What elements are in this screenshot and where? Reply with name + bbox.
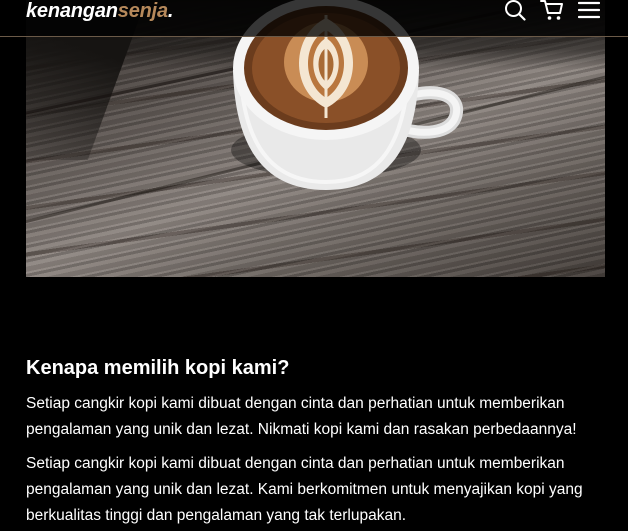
logo-part-main: kenangan [26,0,118,22]
section-heading: Kenapa memilih kopi kami? [26,357,290,379]
about-section: Kenapa memilih kopi kami? Setiap cangkir… [26,355,606,531]
about-paragraph-1: Setiap cangkir kopi kami dibuat dengan c… [26,395,577,438]
page: kenangansenja. Kenapa memilih kopi kami?… [0,0,628,531]
hero-image [26,0,605,277]
menu-icon[interactable] [578,0,600,20]
logo-part-accent: senja [117,0,168,22]
navbar: kenangansenja. [0,0,628,37]
logo-part-dot: . [167,0,174,22]
shopping-cart-icon[interactable] [540,0,564,21]
nav-icons [504,0,600,21]
about-paragraph-2: Setiap cangkir kopi kami dibuat dengan c… [26,455,583,524]
brand-logo[interactable]: kenangansenja. [26,0,173,22]
search-icon[interactable] [504,0,526,21]
